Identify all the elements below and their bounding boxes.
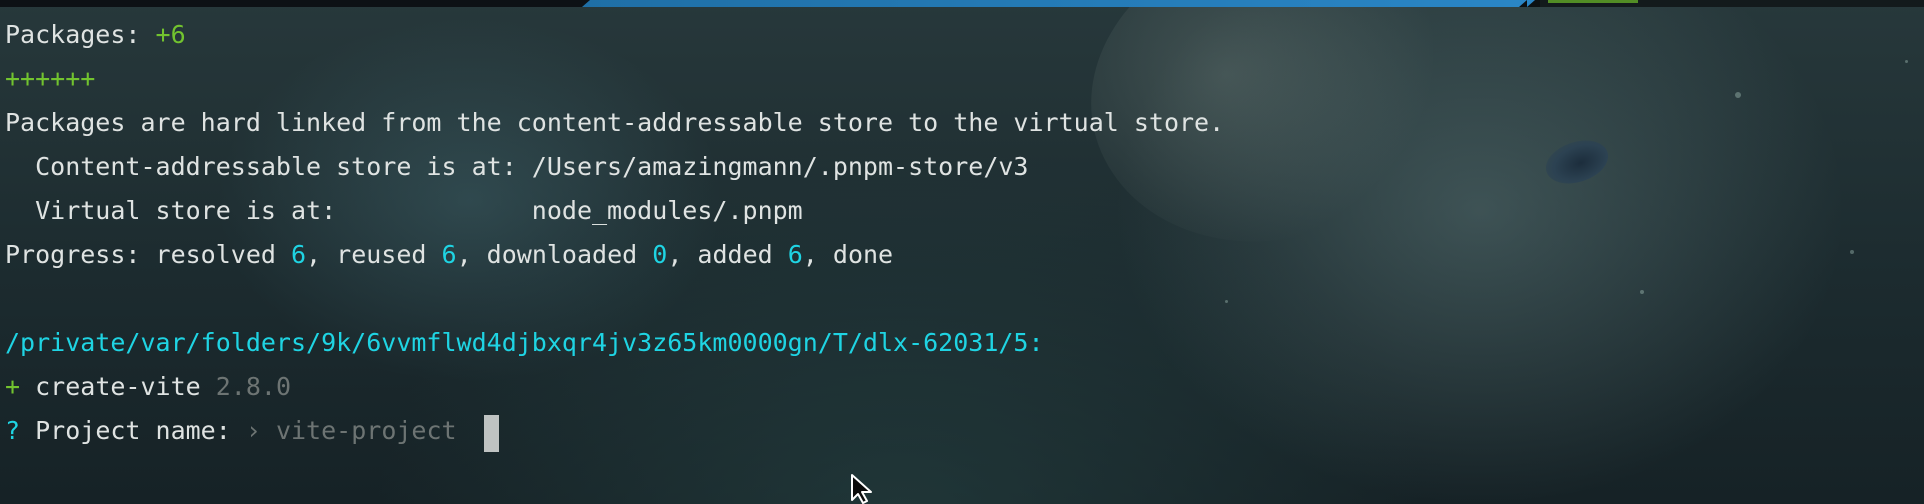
- progress-reused-label: , reused: [306, 240, 442, 269]
- virtual-store-line: Virtual store is at: node_modules/.pnpm: [5, 196, 803, 225]
- prompt-segment-arrow: [1527, 0, 1535, 7]
- prompt-segment-path: [582, 0, 1527, 7]
- temp-path-line: /private/var/folders/9k/6vvmflwd4djbxqr4…: [5, 328, 1044, 357]
- sparkle: [1225, 300, 1228, 303]
- progress-reused: 6: [441, 240, 457, 269]
- progress-downloaded-label: , downloaded: [456, 240, 653, 269]
- text-cursor: [484, 415, 499, 452]
- artwork-ear-shape: [1049, 0, 1491, 293]
- progress-done-label: , done: [802, 240, 894, 269]
- packages-label: Packages:: [5, 20, 141, 49]
- hardlink-message: Packages are hard linked from the conten…: [5, 108, 1225, 137]
- plus-bar: ++++++: [5, 64, 96, 93]
- sparkle: [1735, 92, 1741, 98]
- progress-downloaded: 0: [652, 240, 668, 269]
- plus-icon: +: [5, 372, 21, 401]
- progress-line: Progress: resolved 6, reused 6, download…: [5, 239, 893, 271]
- sparkle: [1850, 250, 1854, 254]
- project-name-prompt[interactable]: ? Project name: › vite-project: [5, 415, 457, 447]
- prompt-git-marker: [1548, 0, 1638, 3]
- prompt-label: Project name:: [20, 416, 246, 445]
- packages-count: +6: [155, 20, 186, 49]
- chevron-right-icon: ›: [245, 416, 261, 445]
- sparkle: [1905, 60, 1908, 63]
- sparkle: [1640, 290, 1644, 294]
- project-name-input[interactable]: vite-project: [261, 416, 457, 445]
- content-store-line: Content-addressable store is at: /Users/…: [5, 152, 1029, 181]
- packages-line: Packages: +6: [5, 19, 186, 51]
- progress-resolved: 6: [290, 240, 307, 269]
- artwork-eye-shape: [1540, 133, 1614, 191]
- progress-added: 6: [787, 240, 803, 269]
- progress-label: Progress: resolved: [5, 240, 291, 269]
- progress-added-label: , added: [667, 240, 788, 269]
- prompt-status-bar: [0, 0, 1924, 7]
- package-name: create-vite: [20, 372, 216, 401]
- question-icon: ?: [5, 416, 21, 445]
- package-version: 2.8.0: [215, 372, 291, 401]
- prompt-segment-user: [0, 0, 590, 7]
- create-vite-line: + create-vite 2.8.0: [5, 371, 291, 403]
- mouse-pointer-icon: [851, 474, 872, 504]
